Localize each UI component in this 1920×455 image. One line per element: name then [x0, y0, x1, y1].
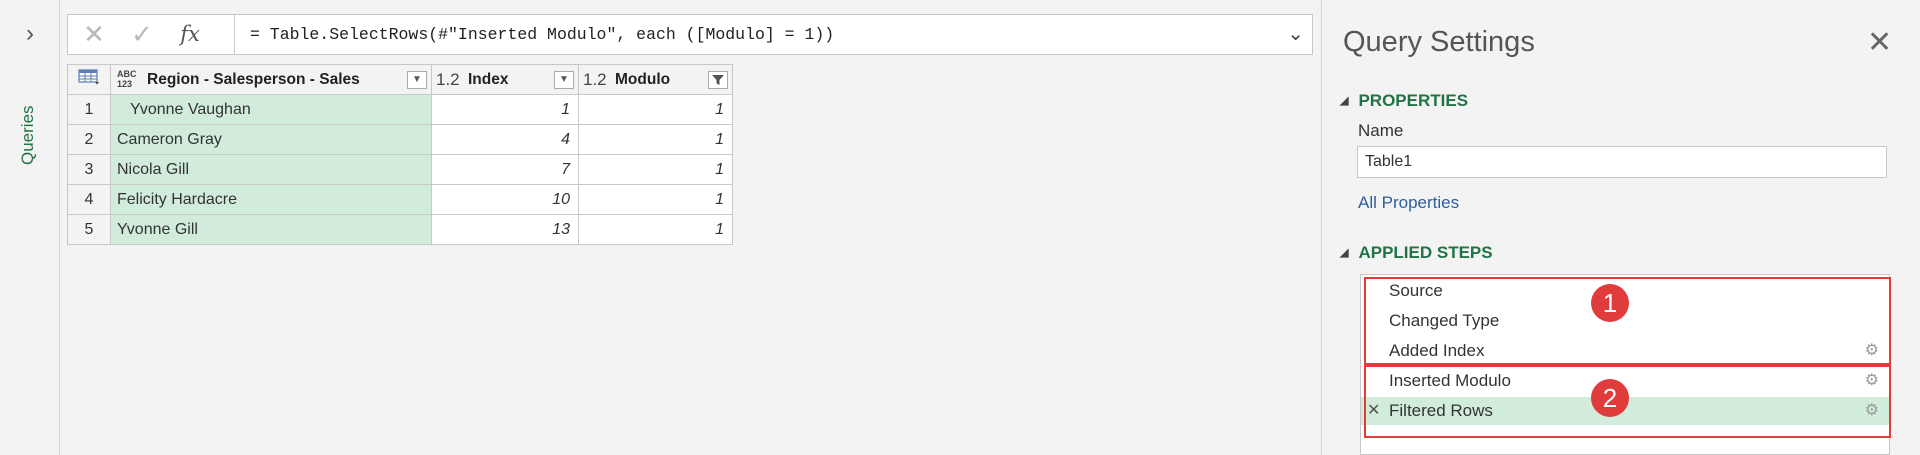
column-name: Region - Salesperson - Sales	[147, 71, 360, 88]
cell-index[interactable]: 4	[431, 124, 579, 155]
filter-dropdown-button[interactable]: ▼	[407, 71, 427, 89]
annotation-badge-1: 1	[1591, 284, 1629, 322]
cell-text: Yvonne Vaughan	[117, 100, 251, 118]
close-icon: ✕	[1867, 26, 1893, 59]
queries-label[interactable]: Queries	[18, 105, 38, 165]
row-number[interactable]: 2	[67, 124, 111, 155]
table-header-row: ABC 123 Region - Salesperson - Sales ▼ 1…	[67, 64, 733, 95]
data-preview-table: ABC 123 Region - Salesperson - Sales ▼ 1…	[67, 64, 733, 245]
cell-index[interactable]: 1	[431, 94, 579, 125]
row-number[interactable]: 1	[67, 94, 111, 125]
column-name: Index	[468, 71, 509, 88]
section-heading: PROPERTIES	[1358, 91, 1469, 110]
expand-queries-button[interactable]: ›	[20, 22, 40, 46]
close-panel-button[interactable]: ✕	[1867, 28, 1892, 58]
all-properties-link[interactable]: All Properties	[1358, 193, 1459, 213]
chevron-down-icon: ▼	[412, 74, 422, 85]
row-number[interactable]: 3	[67, 154, 111, 185]
chevron-right-icon: ›	[26, 20, 34, 47]
formula-input[interactable]: = Table.SelectRows(#"Inserted Modulo", e…	[250, 15, 834, 54]
column-header-index[interactable]: 1.2 Index ▼	[431, 64, 579, 95]
cell-index[interactable]: 13	[431, 214, 579, 245]
section-heading: APPLIED STEPS	[1358, 243, 1493, 262]
type-decimal-icon[interactable]: 1.2	[436, 65, 460, 95]
name-label: Name	[1358, 121, 1404, 140]
filter-applied-button[interactable]	[708, 71, 728, 89]
query-settings-panel: Query Settings ✕ ◢ PROPERTIES Name All Pr…	[1321, 0, 1920, 455]
commit-formula-button[interactable]: ✓	[118, 15, 166, 54]
formula-bar: ✕ ✓ fx = Table.SelectRows(#"Inserted Mod…	[67, 14, 1313, 55]
query-name-input[interactable]	[1357, 146, 1887, 178]
cell-index[interactable]: 7	[431, 154, 579, 185]
table-row: 1 Yvonne Vaughan 1 1	[67, 94, 733, 125]
type-any-icon[interactable]: ABC 123	[117, 69, 137, 89]
annotation-badge-2: 2	[1591, 379, 1629, 417]
chevron-down-icon: ▼	[559, 74, 569, 85]
queries-pane-collapsed: › Queries	[0, 0, 60, 455]
row-number[interactable]: 5	[67, 214, 111, 245]
cell-modulo[interactable]: 1	[578, 154, 733, 185]
cell-region[interactable]: Yvonne Vaughan	[110, 94, 432, 125]
cell-index[interactable]: 10	[431, 184, 579, 215]
table-row: 4 Felicity Hardacre 10 1	[67, 184, 733, 215]
filter-dropdown-button[interactable]: ▼	[554, 71, 574, 89]
collapse-triangle-icon: ◢	[1340, 95, 1349, 107]
cell-modulo[interactable]: 1	[578, 94, 733, 125]
type-decimal-icon[interactable]: 1.2	[583, 65, 607, 95]
filter-icon	[712, 75, 724, 85]
chevron-down-icon: ⌄	[1287, 23, 1304, 45]
table-row: 2 Cameron Gray 4 1	[67, 124, 733, 155]
column-header-modulo[interactable]: 1.2 Modulo	[578, 64, 733, 95]
table-icon	[78, 69, 99, 85]
column-name: Modulo	[615, 71, 671, 88]
table-menu-button[interactable]	[67, 64, 111, 95]
applied-steps-section-toggle[interactable]: ◢ APPLIED STEPS	[1340, 243, 1493, 263]
column-header-region[interactable]: ABC 123 Region - Salesperson - Sales ▼	[110, 64, 432, 95]
cell-region[interactable]: Nicola Gill	[110, 154, 432, 185]
cell-modulo[interactable]: 1	[578, 184, 733, 215]
cell-modulo[interactable]: 1	[578, 214, 733, 245]
annotation-box-1	[1364, 277, 1891, 365]
table-row: 3 Nicola Gill 7 1	[67, 154, 733, 185]
properties-section-toggle[interactable]: ◢ PROPERTIES	[1340, 91, 1468, 111]
collapse-triangle-icon: ◢	[1340, 247, 1349, 259]
cancel-formula-button[interactable]: ✕	[70, 15, 118, 54]
fx-icon: fx	[180, 22, 200, 46]
formula-bar-divider	[234, 15, 235, 54]
cell-modulo[interactable]: 1	[578, 124, 733, 155]
check-icon: ✓	[131, 19, 153, 49]
insert-function-button[interactable]: fx	[166, 15, 214, 54]
cell-region[interactable]: Cameron Gray	[110, 124, 432, 155]
expand-formula-button[interactable]: ⌄	[1287, 15, 1304, 54]
table-row: 5 Yvonne Gill 13 1	[67, 214, 733, 245]
panel-title: Query Settings	[1343, 26, 1535, 58]
close-icon: ✕	[83, 19, 105, 49]
cell-region[interactable]: Felicity Hardacre	[110, 184, 432, 215]
row-number[interactable]: 4	[67, 184, 111, 215]
cell-region[interactable]: Yvonne Gill	[110, 214, 432, 245]
